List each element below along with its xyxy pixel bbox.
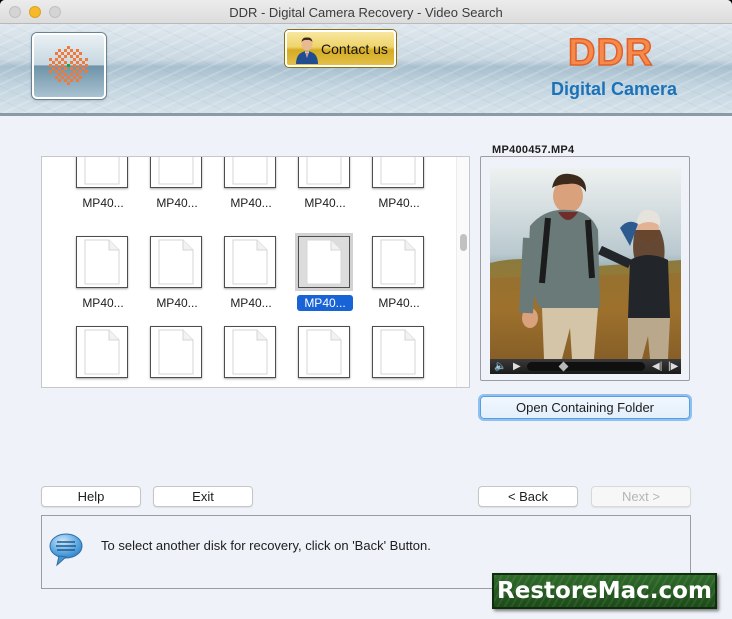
file-name-label: MP40... bbox=[214, 296, 288, 310]
file-name-text: MP40... bbox=[82, 296, 124, 310]
file-name-label: MP40... bbox=[140, 196, 214, 210]
brand-subtitle: Digital Camera bbox=[551, 79, 678, 99]
file-name-text: MP40... bbox=[304, 196, 346, 210]
app-logo-button[interactable] bbox=[32, 33, 106, 99]
file-item[interactable]: MP40... bbox=[288, 233, 362, 320]
file-thumbnail[interactable] bbox=[298, 326, 350, 378]
file-thumbnail[interactable] bbox=[150, 236, 202, 288]
file-thumbnail[interactable] bbox=[224, 157, 276, 188]
app-window: DDR - Digital Camera Recovery - Video Se… bbox=[0, 0, 732, 619]
file-thumbnail[interactable] bbox=[295, 233, 353, 291]
file-name-text: MP40... bbox=[297, 295, 353, 311]
file-thumbnail[interactable] bbox=[298, 157, 350, 188]
file-name-text: MP40... bbox=[378, 196, 420, 210]
file-name-text: MP40... bbox=[230, 196, 272, 210]
file-item[interactable] bbox=[288, 326, 362, 387]
file-item[interactable] bbox=[140, 326, 214, 387]
file-name-text: MP40... bbox=[82, 196, 124, 210]
file-name-label: MP40... bbox=[66, 296, 140, 310]
contact-us-button[interactable]: Contact us bbox=[285, 30, 396, 67]
info-message: To select another disk for recovery, cli… bbox=[101, 538, 431, 553]
file-name-text: MP40... bbox=[378, 296, 420, 310]
file-thumbnail[interactable] bbox=[224, 236, 276, 288]
checker-star-logo-icon bbox=[49, 46, 88, 85]
file-item[interactable]: MP40... bbox=[362, 236, 436, 320]
open-containing-folder-button[interactable]: Open Containing Folder bbox=[480, 396, 690, 419]
file-name-label: MP40... bbox=[66, 196, 140, 210]
title-bar: DDR - Digital Camera Recovery - Video Se… bbox=[0, 0, 732, 24]
video-thumbnail-image bbox=[490, 168, 681, 359]
file-grid: MP40... MP40... MP40... MP40... MP40... MP40.… bbox=[41, 156, 470, 388]
preview-filename: MP400457.MP4 bbox=[488, 144, 579, 156]
file-item[interactable]: MP40... bbox=[66, 157, 140, 220]
file-name-label: MP40... bbox=[288, 196, 362, 210]
file-item[interactable]: MP40... bbox=[66, 236, 140, 320]
vertical-scrollbar[interactable] bbox=[456, 157, 469, 387]
file-item[interactable] bbox=[214, 326, 288, 387]
speech-bubble-icon bbox=[49, 533, 83, 567]
step-back-icon[interactable]: ◀​| bbox=[652, 361, 662, 372]
window-title: DDR - Digital Camera Recovery - Video Se… bbox=[229, 5, 503, 20]
file-name-label: MP40... bbox=[214, 196, 288, 210]
file-name-label: MP40... bbox=[362, 196, 436, 210]
file-page-icon bbox=[84, 239, 120, 285]
file-page-icon bbox=[84, 329, 120, 375]
file-item[interactable]: MP40... bbox=[214, 236, 288, 320]
file-item[interactable]: MP40... bbox=[288, 157, 362, 220]
video-preview[interactable] bbox=[490, 168, 681, 359]
file-page-icon bbox=[232, 239, 268, 285]
file-thumbnail[interactable] bbox=[150, 326, 202, 378]
file-thumbnail[interactable] bbox=[372, 326, 424, 378]
file-item[interactable]: MP40... bbox=[362, 157, 436, 220]
file-thumbnail[interactable] bbox=[224, 326, 276, 378]
seek-knob[interactable] bbox=[558, 361, 569, 372]
help-button[interactable]: Help bbox=[41, 486, 141, 507]
file-page-icon bbox=[84, 157, 120, 185]
scrollbar-thumb[interactable] bbox=[460, 234, 467, 251]
file-name-label: MP40... bbox=[140, 296, 214, 310]
restoremac-watermark: RestoreMac.com bbox=[492, 573, 717, 609]
file-thumbnail[interactable] bbox=[372, 236, 424, 288]
file-name-text: MP40... bbox=[230, 296, 272, 310]
video-controls: 🔈 ▶ ◀​| |▶ bbox=[490, 359, 681, 374]
file-thumbnail[interactable] bbox=[150, 157, 202, 188]
file-page-icon bbox=[158, 329, 194, 375]
file-page-icon bbox=[306, 239, 342, 285]
file-page-icon bbox=[380, 329, 416, 375]
exit-button[interactable]: Exit bbox=[153, 486, 253, 507]
file-item[interactable]: MP40... bbox=[140, 157, 214, 220]
file-page-icon bbox=[232, 157, 268, 185]
file-page-icon bbox=[158, 239, 194, 285]
file-page-icon bbox=[232, 329, 268, 375]
file-thumbnail[interactable] bbox=[76, 326, 128, 378]
file-item[interactable]: MP40... bbox=[140, 236, 214, 320]
step-forward-icon[interactable]: |▶ bbox=[668, 361, 678, 372]
brand-title: DDR bbox=[567, 31, 654, 75]
next-button[interactable]: Next > bbox=[591, 486, 691, 507]
speaker-icon[interactable]: 🔈 bbox=[494, 361, 506, 372]
play-icon[interactable]: ▶ bbox=[513, 361, 521, 372]
file-item[interactable] bbox=[362, 326, 436, 387]
file-page-icon bbox=[380, 239, 416, 285]
file-thumbnail[interactable] bbox=[372, 157, 424, 188]
contact-us-label: Contact us bbox=[321, 41, 388, 57]
file-name-text: MP40... bbox=[156, 296, 198, 310]
file-page-icon bbox=[306, 157, 342, 185]
file-name-label: MP40... bbox=[288, 295, 362, 311]
file-name-text: MP40... bbox=[156, 196, 198, 210]
file-page-icon bbox=[158, 157, 194, 185]
file-page-icon bbox=[306, 329, 342, 375]
header-banner: Contact us DDR Digital Camera bbox=[0, 24, 732, 116]
seek-bar[interactable] bbox=[527, 361, 645, 372]
file-thumbnail[interactable] bbox=[76, 157, 128, 188]
back-button[interactable]: < Back bbox=[478, 486, 578, 507]
file-item[interactable] bbox=[66, 326, 140, 387]
file-name-label: MP40... bbox=[362, 296, 436, 310]
file-page-icon bbox=[380, 157, 416, 185]
file-item[interactable]: MP40... bbox=[214, 157, 288, 220]
file-thumbnail[interactable] bbox=[76, 236, 128, 288]
person-icon bbox=[296, 37, 318, 64]
